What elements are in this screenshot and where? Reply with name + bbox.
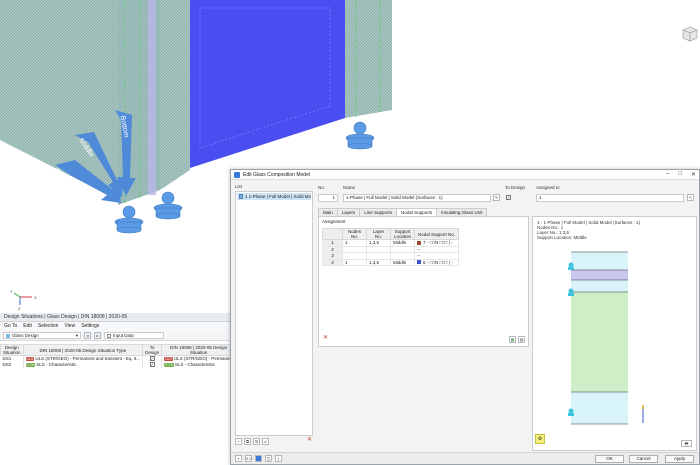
app-icon <box>234 171 240 178</box>
col-situation: Design Situation <box>0 344 24 356</box>
to-design-checkbox[interactable]: ✓ <box>149 356 155 361</box>
new-icon[interactable]: + <box>235 438 242 445</box>
assigned-field[interactable]: 1 <box>536 194 684 202</box>
copy-icon[interactable]: ⧉ <box>244 438 251 445</box>
tab-layers[interactable]: Layers <box>336 208 361 216</box>
edit-glass-composition-dialog: Edit Glass Composition Model – □ ✕ List … <box>230 169 700 465</box>
table-row[interactable]: DS2 S Ch SLS - Characteristic ✓ S Ch SLS -… <box>0 362 237 368</box>
menu-selection[interactable]: Selection <box>38 322 59 331</box>
no-field[interactable]: 1 <box>318 194 338 202</box>
tab-main[interactable]: Main <box>318 208 338 216</box>
tab-nodal-supports[interactable]: Nodal Supports <box>396 208 438 216</box>
col-to-design: To Design <box>142 344 163 356</box>
name-label: Name <box>343 185 356 190</box>
excel-icon[interactable]: ▦ <box>509 336 516 343</box>
select-icon[interactable]: ↖ <box>687 194 694 201</box>
next-icon[interactable]: ▸ <box>94 332 101 339</box>
units-icon[interactable]: 0.0 <box>245 455 252 462</box>
glass-face-right <box>160 0 190 190</box>
to-design-checkbox[interactable]: ✓ <box>149 362 155 367</box>
dialog-titlebar: Edit Glass Composition Model – □ ✕ <box>231 170 699 180</box>
menu-view[interactable]: View <box>64 322 75 331</box>
table-row[interactable]: 4 1 1,3,5 Middle 6 - □□N □□□ | - <box>322 258 459 266</box>
sort-icon[interactable]: ⇅ <box>253 438 260 445</box>
sls-badge: S Ch <box>25 363 36 367</box>
highlight-options-icon[interactable]: ⚙ <box>535 434 545 444</box>
search-icon[interactable]: ⌕ <box>235 455 242 462</box>
support-color-icon <box>417 260 421 265</box>
assignment-label: Assignment <box>322 219 346 224</box>
col-type2: DIN 18008 | 2020-05 Design Situation <box>161 344 237 356</box>
tab-insulating-glass-unit[interactable]: Insulating Glass Unit <box>436 208 488 216</box>
assigned-label: Assigned to <box>536 185 560 190</box>
delete-row-icon[interactable]: ✕ <box>322 335 329 343</box>
model-color-icon <box>239 194 243 199</box>
uls-badge: ULS <box>25 357 35 361</box>
to-design-checkbox[interactable]: ✓ <box>506 195 511 200</box>
list-label: List <box>235 184 243 189</box>
support-color-icon <box>417 240 421 245</box>
model-list[interactable]: 1 1-Phase | Full Model | Solid Mo <box>235 191 313 436</box>
col-type: DIN 18008 | 2020-05 Design Situation Typ… <box>22 344 144 356</box>
panel-title: Design Situations | Glass Design | DIN 1… <box>0 313 234 322</box>
settings-icon[interactable]: ◫ <box>265 455 272 462</box>
table-options-icon[interactable]: ▤ <box>518 336 525 343</box>
panel-toolbar: Glass Design ▾ ◂ ▸ Input Data <box>0 331 234 341</box>
tab-line-supports[interactable]: Line Supports <box>359 208 398 216</box>
glass-icon <box>6 333 10 338</box>
menu-edit[interactable]: Edit <box>23 322 32 331</box>
view-icon[interactable] <box>255 455 262 462</box>
to-design-label: To Design <box>505 185 526 190</box>
chevron-down-icon: ▾ <box>75 333 78 338</box>
minimize-icon[interactable]: – <box>666 171 669 178</box>
cancel-button[interactable]: Cancel <box>629 455 658 463</box>
renumber-icon[interactable]: # <box>262 438 269 445</box>
list-item[interactable]: 1 1-Phase | Full Model | Solid Mo <box>237 193 311 200</box>
no-label: No. <box>318 185 326 190</box>
table-icon <box>107 333 111 338</box>
dialog-title: Edit Glass Composition Model <box>243 171 310 178</box>
svg-text:X: X <box>34 295 37 300</box>
prev-icon[interactable]: ◂ <box>84 332 91 339</box>
maximize-icon[interactable]: □ <box>678 171 682 178</box>
print-icon[interactable]: 🖶 <box>681 440 692 447</box>
ok-button[interactable]: OK <box>595 455 624 463</box>
input-data-select[interactable]: Input Data <box>104 332 164 339</box>
module-select[interactable]: Glass Design ▾ <box>3 332 81 339</box>
name-field[interactable]: 1-Phase | Full Model | Solid Model (Surf… <box>343 194 491 202</box>
menu-goto[interactable]: Go To <box>4 322 17 331</box>
function-icon[interactable]: ƒ <box>275 455 282 462</box>
axis-triad-icon <box>13 292 32 305</box>
preview-pane: 1 - 1-Phase | Full Model | Solid Model (… <box>532 216 697 451</box>
edit-icon[interactable]: ✎ <box>493 194 500 201</box>
svg-text:Y: Y <box>10 289 13 294</box>
apply-button[interactable]: Apply <box>665 455 694 463</box>
selected-surface[interactable] <box>190 0 345 168</box>
view-cube-icon[interactable] <box>682 26 698 42</box>
panel-menu: Go To Edit Selection View Settings <box>0 322 234 331</box>
dialog-footer: ⌕ 0.0 ◫ ƒ OK Cancel Apply <box>231 452 699 464</box>
assignment-section: Assignment Nodes No. Layer No. Support L… <box>318 216 529 347</box>
svg-text:Z: Z <box>18 306 21 311</box>
tab-bar: Main Layers Line Supports Nodal Supports… <box>318 208 488 216</box>
design-situations-table: Design Situation DIN 18008 | 2020-05 Des… <box>0 344 237 368</box>
delete-icon[interactable]: ✕ <box>306 437 313 445</box>
glass-section-diagram <box>568 251 644 425</box>
list-toolbar: + ⧉ ⇅ # ✕ <box>235 437 313 446</box>
menu-settings[interactable]: Settings <box>81 322 99 331</box>
close-icon[interactable]: ✕ <box>691 171 696 178</box>
assignment-table: Nodes No. Layer No. Support Location Nod… <box>322 228 459 266</box>
